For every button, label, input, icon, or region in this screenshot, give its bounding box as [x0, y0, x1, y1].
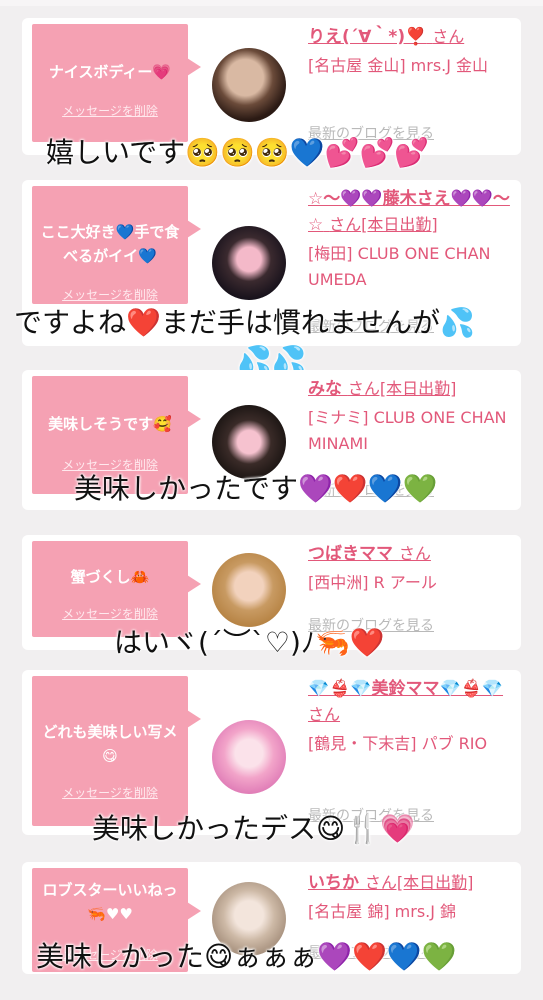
honorific: さん [432, 27, 465, 46]
profile-name[interactable]: 💎👙💎美鈴ママ💎👙💎 [308, 679, 503, 699]
profile-name-link[interactable]: りえ(´∀｀*)❣️ さん [308, 24, 518, 50]
profile-name-link[interactable]: つばきママ さん [308, 541, 518, 567]
avatar[interactable] [212, 48, 286, 122]
message-bubble: 蟹づくし🦀 メッセージを削除 [32, 541, 201, 637]
profile-name-link[interactable]: みな さん[本日出勤] [308, 376, 518, 402]
profile-name[interactable]: りえ(´∀｀*)❣️ [308, 27, 426, 47]
honorific: さん [308, 705, 341, 724]
shop-info: [梅田] CLUB ONE CHAN UMEDA [308, 244, 491, 289]
message-text: ここ大好き💙手で食べるがイイ💙 [40, 223, 180, 265]
honorific: さん[本日出勤] [364, 873, 474, 892]
avatar[interactable] [212, 226, 286, 300]
profile-name-link[interactable]: ☆〜💜💜藤木さえ💜💜〜☆ さん[本日出勤] [308, 186, 518, 238]
overlay-caption: 美味しかったです💜❤️💙💚 [74, 472, 438, 505]
overlay-caption: 嬉しいです🥺🥺🥺💙💕💕💕 [46, 136, 430, 169]
shop-info: [名古屋 錦] mrs.J 錦 [308, 902, 457, 921]
message-text: 美味しそうです🥰 [48, 415, 172, 433]
delete-message-link[interactable]: メッセージを削除 [32, 102, 188, 119]
message-text: 蟹づくし🦀 [70, 568, 150, 586]
shop-info: [名古屋 金山] mrs.J 金山 [308, 56, 489, 75]
profile-name-link[interactable]: 💎👙💎美鈴ママ💎👙💎 さん [308, 676, 518, 728]
avatar[interactable] [212, 553, 286, 627]
delete-message-link[interactable]: メッセージを削除 [32, 784, 188, 801]
overlay-caption: 美味しかった😋ぁぁぁ💜❤️💙💚 [36, 940, 457, 973]
avatar[interactable] [212, 405, 286, 479]
overlay-caption: はいヾ(´︶`♡)ﾉ🦐❤️ [114, 626, 385, 659]
delete-message-link[interactable]: メッセージを削除 [32, 456, 188, 473]
shop-info: [西中洲] R アール [308, 573, 437, 592]
message-bubble: ナイスボディー💗 メッセージを削除 [32, 24, 201, 142]
profile-name-link[interactable]: いちか さん[本日出勤] [308, 870, 518, 896]
message-card: ナイスボディー💗 メッセージを削除 りえ(´∀｀*)❣️ さん [名古屋 金山]… [22, 18, 521, 155]
honorific: さん[本日出勤] [329, 215, 438, 234]
honorific: さん [398, 544, 431, 563]
delete-message-link[interactable]: メッセージを削除 [32, 286, 188, 303]
profile-name[interactable]: みな [308, 379, 342, 399]
honorific: さん[本日出勤] [347, 379, 457, 398]
message-card: どれも美味しい写メ😋 メッセージを削除 💎👙💎美鈴ママ💎👙💎 さん [鶴見・下末… [22, 670, 521, 835]
message-bubble: ここ大好き💙手で食べるがイイ💙 メッセージを削除 [32, 186, 201, 304]
message-text: どれも美味しい写メ😋 [42, 723, 178, 765]
overlay-caption: ですよね❤️まだ手は慣れませんが💦 [14, 306, 475, 339]
message-text: ナイスボディー💗 [48, 63, 172, 81]
delete-message-link[interactable]: メッセージを削除 [32, 605, 188, 622]
message-text: ロブスターいいねっ🦐♥♥ [42, 881, 178, 923]
message-bubble: どれも美味しい写メ😋 メッセージを削除 [32, 676, 201, 826]
top-edge [0, 0, 543, 6]
profile-name[interactable]: いちか [308, 873, 359, 893]
profile-name[interactable]: つばきママ [308, 544, 393, 564]
overlay-caption: 美味しかったデス😋🍴💗 [92, 812, 415, 845]
avatar[interactable] [212, 720, 286, 794]
shop-info: [ミナミ] CLUB ONE CHAN MINAMI [308, 408, 507, 453]
shop-info: [鶴見・下末吉] パブ RIO [308, 734, 488, 753]
